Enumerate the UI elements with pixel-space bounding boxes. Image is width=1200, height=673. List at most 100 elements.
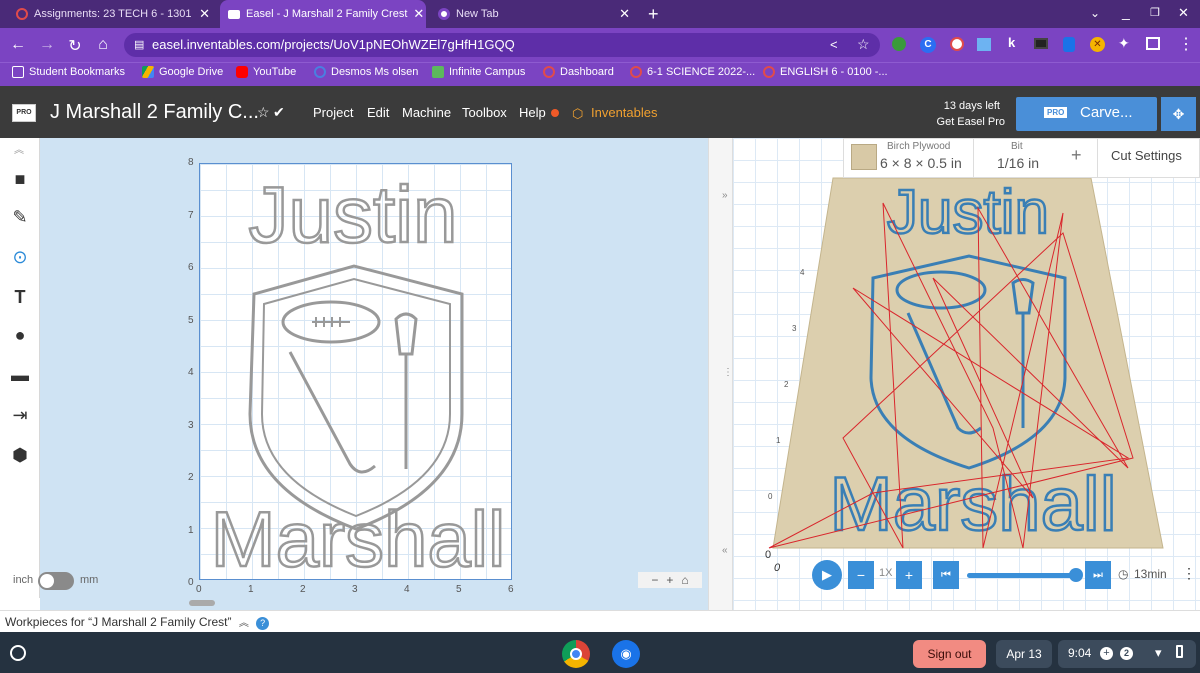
menu-machine[interactable]: Machine bbox=[402, 105, 451, 120]
zoom-in-icon[interactable]: + bbox=[666, 573, 673, 587]
play-icon[interactable]: ▶ bbox=[812, 560, 842, 590]
browser-menu-icon[interactable]: ⋮ bbox=[1178, 34, 1194, 54]
inventables-link[interactable]: Inventables bbox=[591, 105, 658, 120]
pen-icon[interactable]: ✎ bbox=[0, 198, 40, 236]
address-bar[interactable]: ▤ easel.inventables.com/projects/UoV1pNE… bbox=[124, 33, 880, 57]
extension-icon[interactable] bbox=[1063, 37, 1075, 52]
extension-monitor-icon[interactable] bbox=[1034, 38, 1048, 49]
progress-track[interactable] bbox=[967, 573, 1077, 578]
tab-new-tab[interactable]: New Tab ✕ bbox=[430, 0, 638, 28]
extension-icon[interactable] bbox=[950, 37, 964, 51]
design-artwork[interactable]: Justin Marshall bbox=[200, 164, 513, 585]
bookmark-infinite-campus[interactable]: Infinite Campus bbox=[432, 66, 525, 78]
shapes-icon[interactable]: ■ bbox=[0, 160, 40, 198]
reload-icon[interactable]: ↻ bbox=[65, 36, 85, 56]
extension-icon[interactable]: ✕ bbox=[1090, 37, 1105, 52]
point-icon[interactable]: ⊙ bbox=[0, 238, 40, 276]
lego-brick-icon[interactable]: ▬ bbox=[0, 356, 40, 394]
canvas-icon bbox=[763, 66, 775, 78]
machine-connect-icon[interactable]: ✥ bbox=[1161, 97, 1196, 131]
extension-icon[interactable] bbox=[892, 37, 906, 51]
extension-c-icon[interactable]: C bbox=[920, 37, 936, 53]
chrome-icon bbox=[438, 8, 450, 20]
date-display[interactable]: Apr 13 bbox=[996, 640, 1052, 668]
material-name[interactable]: Birch Plywood bbox=[887, 141, 950, 152]
camera-app-icon[interactable]: ◉ bbox=[612, 640, 640, 668]
golf-club-shape[interactable] bbox=[288, 351, 376, 474]
unit-toggle[interactable] bbox=[38, 572, 74, 590]
back-icon[interactable]: ← bbox=[8, 36, 28, 54]
side-panel-icon[interactable] bbox=[1146, 37, 1160, 50]
material-swatch[interactable] bbox=[851, 144, 877, 170]
minimize-icon[interactable]: _ bbox=[1122, 4, 1130, 20]
get-easel-pro-link[interactable]: Get Easel Pro bbox=[930, 116, 1005, 128]
collapse-up-icon[interactable]: ︽ bbox=[14, 141, 24, 156]
divider-handle-icon[interactable]: ⋮ bbox=[723, 367, 733, 378]
chrome-app-icon[interactable] bbox=[562, 640, 590, 668]
lacrosse-stick-shape[interactable] bbox=[394, 312, 418, 469]
workpiece-board[interactable]: Justin Marshall bbox=[199, 163, 513, 585]
restore-icon[interactable]: ❐ bbox=[1150, 6, 1160, 19]
home-view-icon[interactable]: ⌂ bbox=[681, 573, 688, 587]
bookmark-label: Student Bookmarks bbox=[29, 66, 125, 78]
site-info-icon[interactable]: ▤ bbox=[134, 33, 144, 57]
close-tab-icon[interactable]: ✕ bbox=[199, 6, 210, 22]
tab-assignments[interactable]: Assignments: 23 TECH 6 - 1301 ✕ bbox=[8, 0, 218, 28]
menu-toolbox[interactable]: Toolbox bbox=[462, 105, 507, 120]
cube-3d-icon[interactable]: ⬢ bbox=[0, 436, 40, 474]
expand-left-icon[interactable]: « bbox=[722, 545, 728, 556]
favorite-star-icon[interactable]: ☆ bbox=[257, 104, 270, 121]
bookmark-google-drive[interactable]: Google Drive bbox=[142, 66, 223, 78]
close-window-icon[interactable]: ✕ bbox=[1178, 5, 1189, 21]
horizontal-scrollbar[interactable] bbox=[189, 600, 215, 606]
menu-project[interactable]: Project bbox=[313, 105, 353, 120]
new-tab-button[interactable]: + bbox=[648, 4, 659, 25]
zoom-out-icon[interactable]: − bbox=[651, 573, 658, 587]
design-text-bottom[interactable]: Marshall bbox=[209, 494, 506, 585]
sign-out-button[interactable]: Sign out bbox=[913, 640, 986, 668]
tab-easel[interactable]: Easel - J Marshall 2 Family Crest ✕ bbox=[220, 0, 426, 28]
skip-forward-icon[interactable]: ⏭ bbox=[1085, 561, 1111, 589]
extension-k-icon[interactable]: k bbox=[1008, 35, 1015, 50]
preview-origin-x: 0 bbox=[774, 562, 781, 574]
material-dimensions[interactable]: 6 × 8 × 0.5 in bbox=[880, 155, 962, 171]
expand-icon[interactable]: ︽ bbox=[239, 618, 249, 629]
menu-help[interactable]: Help bbox=[519, 105, 546, 120]
extension-icon[interactable] bbox=[977, 38, 991, 51]
bookmark-science[interactable]: 6-1 SCIENCE 2022-... bbox=[630, 66, 755, 78]
apps-apple-icon[interactable]: ● bbox=[0, 316, 40, 354]
home-icon[interactable]: ⌂ bbox=[93, 36, 113, 54]
bookmark-youtube[interactable]: YouTube bbox=[236, 66, 296, 78]
forward-icon[interactable]: → bbox=[37, 36, 57, 54]
menu-edit[interactable]: Edit bbox=[367, 105, 389, 120]
design-text-top[interactable]: Justin bbox=[247, 169, 458, 261]
skip-back-icon[interactable]: ⏮ bbox=[933, 561, 959, 589]
bookmark-dashboard[interactable]: Dashboard bbox=[543, 66, 614, 78]
project-title[interactable]: J Marshall 2 Family C... bbox=[50, 101, 259, 124]
workpieces-bar[interactable]: Workpieces for “J Marshall 2 Family Cres… bbox=[0, 610, 1200, 632]
text-icon[interactable]: T bbox=[0, 278, 40, 316]
help-icon[interactable]: ? bbox=[256, 617, 270, 630]
extensions-puzzle-icon[interactable]: ✦ bbox=[1118, 35, 1130, 52]
bookmark-english[interactable]: ENGLISH 6 - 0100 -... bbox=[763, 66, 888, 78]
y-tick-label: 0 bbox=[188, 577, 194, 588]
bookmark-desmos[interactable]: Desmos Ms olsen bbox=[314, 66, 418, 78]
bookmark-star-icon[interactable]: ☆ bbox=[857, 36, 870, 53]
expand-right-icon[interactable]: » bbox=[722, 190, 728, 201]
cut-settings-button[interactable]: Cut Settings bbox=[1111, 148, 1182, 163]
bit-size[interactable]: 1/16 in bbox=[997, 155, 1039, 171]
close-tab-icon[interactable]: ✕ bbox=[619, 6, 630, 22]
preview-menu-icon[interactable]: ⋮ bbox=[1182, 565, 1196, 582]
speed-down-button[interactable]: − bbox=[848, 561, 874, 589]
easel-pro-logo[interactable]: PRO bbox=[12, 104, 36, 122]
bookmark-student-bookmarks[interactable]: Student Bookmarks bbox=[12, 66, 125, 78]
close-tab-icon[interactable]: ✕ bbox=[413, 6, 424, 22]
add-bit-button[interactable]: + bbox=[1071, 145, 1082, 166]
speed-up-button[interactable]: + bbox=[896, 561, 922, 589]
import-icon[interactable]: ⇥ bbox=[0, 396, 40, 434]
progress-knob[interactable] bbox=[1069, 568, 1083, 582]
share-icon[interactable]: < bbox=[830, 37, 838, 52]
easel-window-icon bbox=[228, 9, 240, 19]
launcher-icon[interactable] bbox=[10, 645, 26, 661]
tab-search-icon[interactable]: ⌄ bbox=[1090, 6, 1100, 20]
